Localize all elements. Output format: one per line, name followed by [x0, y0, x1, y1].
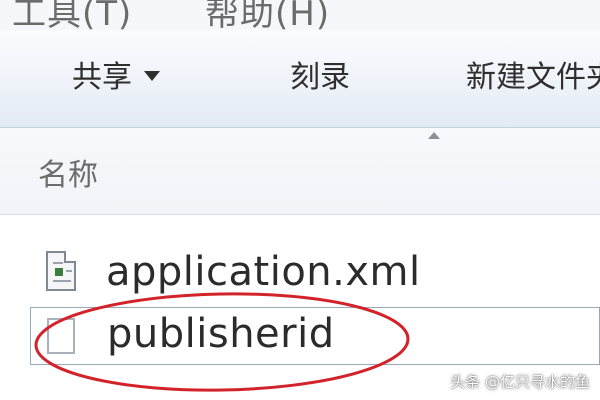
menu-item-tools[interactable]: 工具(T) [12, 0, 132, 30]
chevron-down-icon [144, 70, 160, 81]
new-folder-button-label: 新建文件夹 [466, 60, 600, 95]
menu-bar: 工具(T) 帮助(H) [0, 0, 600, 30]
file-row-publisherid[interactable]: publisherid [30, 307, 600, 365]
share-button[interactable]: 共享 [72, 52, 160, 104]
sort-arrow-icon [428, 132, 440, 139]
new-folder-button[interactable]: 新建文件夹 [466, 52, 600, 104]
file-row-application-xml[interactable]: application.xml [30, 245, 600, 305]
share-button-label: 共享 [72, 60, 132, 95]
file-name: publisherid [107, 311, 335, 357]
column-header-bar: 名称 [0, 128, 600, 215]
menu-item-help[interactable]: 帮助(H) [205, 0, 330, 30]
file-name: application.xml [106, 249, 421, 295]
xml-file-icon [46, 251, 76, 291]
blank-file-icon [47, 318, 75, 354]
watermark: 头条 @亿只寻水的鱼 [450, 373, 590, 391]
column-header-name[interactable]: 名称 [38, 150, 98, 194]
burn-button[interactable]: 刻录 [290, 52, 350, 104]
burn-button-label: 刻录 [290, 60, 350, 95]
command-toolbar: 共享 刻录 新建文件夹 [0, 30, 600, 128]
